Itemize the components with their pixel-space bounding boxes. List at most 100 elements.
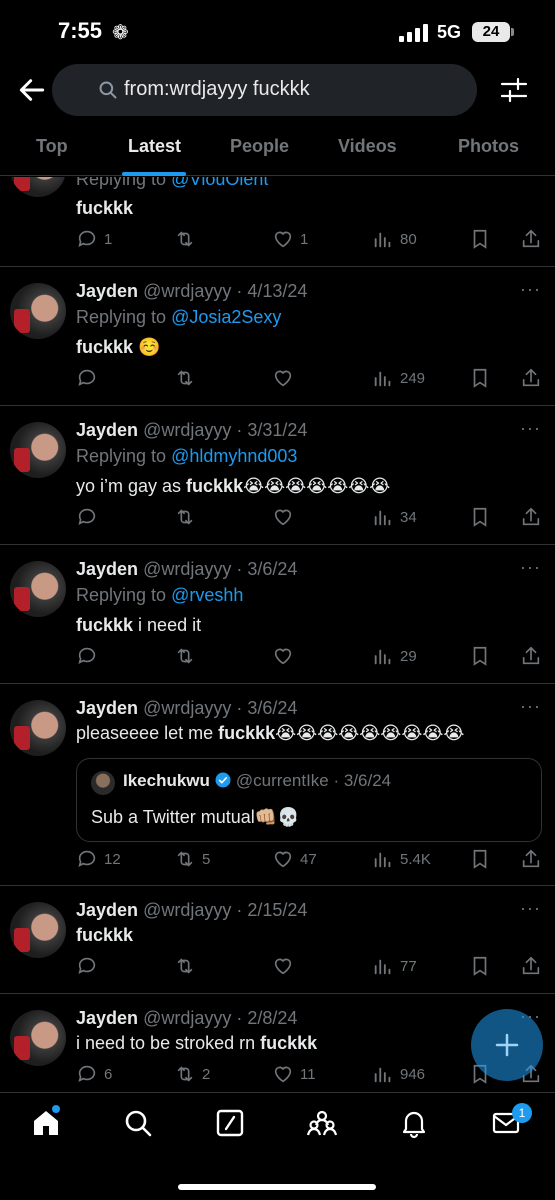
share-button[interactable]	[520, 847, 542, 871]
bookmark-button[interactable]	[469, 847, 491, 871]
tweet[interactable]: Jayden @wrdjayyy · 3/6/24 ··· pleaseeee …	[0, 684, 555, 886]
views-button[interactable]: 34	[372, 505, 417, 529]
reply-mention-link[interactable]: @VlouOlent	[171, 177, 268, 189]
bookmark-button[interactable]	[469, 505, 491, 529]
tweet-text: fuckkk	[76, 198, 134, 218]
more-options-icon[interactable]: ···	[520, 696, 541, 717]
tweet[interactable]: Jayden @wrdjayyy · 3/6/24 ··· Replying t…	[0, 545, 555, 684]
explore-search-icon[interactable]	[122, 1107, 154, 1139]
tab-top[interactable]: Top	[36, 136, 68, 157]
heart-icon	[274, 648, 292, 665]
avatar[interactable]	[10, 177, 66, 197]
tweet-header: Jayden @wrdjayyy · 3/31/24	[76, 420, 307, 441]
notifications-bell-icon[interactable]	[398, 1107, 430, 1139]
reply-button[interactable]	[76, 644, 104, 668]
retweet-icon	[177, 1066, 193, 1082]
reply-icon	[78, 1065, 96, 1082]
tab-photos[interactable]: Photos	[458, 136, 519, 157]
bookmark-button[interactable]	[469, 366, 491, 390]
reply-button[interactable]: 1	[76, 227, 112, 251]
like-button[interactable]: 47	[272, 847, 317, 871]
share-button[interactable]	[520, 227, 542, 251]
tweet-header: Jayden @wrdjayyy · 4/13/24	[76, 281, 307, 302]
views-button[interactable]: 77	[372, 954, 417, 978]
author-name[interactable]: Jayden	[76, 281, 138, 301]
share-button[interactable]	[520, 366, 542, 390]
tweet[interactable]: Jayden @wrdjayyy · 3/31/24 ··· Replying …	[0, 406, 555, 545]
home-indicator	[178, 1184, 376, 1190]
reply-context: Replying to @hldmyhnd003	[76, 446, 298, 466]
retweet-button[interactable]	[174, 227, 202, 251]
reply-mention-link[interactable]: @rveshh	[171, 585, 243, 605]
views-button[interactable]: 5.4K	[372, 847, 431, 871]
grok-slash-icon[interactable]	[214, 1107, 246, 1139]
like-button[interactable]	[272, 366, 300, 390]
bookmark-button[interactable]	[469, 227, 491, 251]
cellular-signal-icon	[399, 24, 429, 42]
back-arrow-icon[interactable]	[16, 74, 48, 106]
share-button[interactable]	[520, 505, 542, 529]
author-name[interactable]: Jayden	[76, 559, 138, 579]
more-options-icon[interactable]: ···	[520, 418, 541, 439]
like-button[interactable]: 11	[272, 1062, 316, 1086]
author-name[interactable]: Jayden	[76, 420, 138, 440]
home-notification-dot	[52, 1105, 60, 1113]
avatar[interactable]	[10, 561, 66, 617]
tab-videos[interactable]: Videos	[338, 136, 397, 157]
search-query[interactable]: from:wrdjayyy fuckkk	[124, 78, 310, 101]
views-button[interactable]: 946	[372, 1062, 425, 1086]
tweet[interactable]: Jayden @wrdjayyy · 2/15/24 ··· fuckkk 77	[0, 886, 555, 994]
views-button[interactable]: 29	[372, 644, 417, 668]
more-options-icon[interactable]: ···	[520, 279, 541, 300]
avatar[interactable]	[10, 422, 66, 478]
reply-button[interactable]: 6	[76, 1062, 112, 1086]
like-button[interactable]	[272, 505, 300, 529]
reply-mention-link[interactable]: @Josia2Sexy	[171, 307, 281, 327]
views-button[interactable]: 80	[372, 227, 417, 251]
more-options-icon[interactable]: ···	[520, 557, 541, 578]
bookmark-button[interactable]	[469, 954, 491, 978]
tweet-header: Jayden @wrdjayyy · 3/6/24	[76, 559, 297, 580]
reply-button[interactable]	[76, 366, 104, 390]
retweet-button[interactable]	[174, 954, 202, 978]
author-name[interactable]: Jayden	[76, 900, 138, 920]
reply-button[interactable]: 12	[76, 847, 121, 871]
avatar[interactable]	[10, 700, 66, 756]
reply-button[interactable]	[76, 505, 104, 529]
quoted-tweet[interactable]: Ikechukwu @currentIke · 3/6/24 Sub a Twit…	[76, 758, 542, 842]
author-name[interactable]: Jayden	[76, 698, 138, 718]
tab-latest[interactable]: Latest	[128, 136, 181, 157]
retweet-button[interactable]: 5	[174, 847, 210, 871]
like-button[interactable]: 1	[272, 227, 308, 251]
filter-sliders-icon[interactable]	[498, 74, 530, 106]
messages-badge: 1	[512, 1103, 532, 1123]
tweet-actions: 12 5 47 5.4K	[0, 847, 555, 871]
retweet-button[interactable]	[174, 505, 202, 529]
like-button[interactable]	[272, 644, 300, 668]
retweet-button[interactable]: 2	[174, 1062, 210, 1086]
reply-button[interactable]	[76, 954, 104, 978]
retweet-button[interactable]	[174, 644, 202, 668]
share-button[interactable]	[520, 644, 542, 668]
like-button[interactable]	[272, 954, 300, 978]
avatar[interactable]	[10, 902, 66, 958]
tab-people[interactable]: People	[230, 136, 289, 157]
author-name[interactable]: Jayden	[76, 1008, 138, 1028]
bookmark-icon	[473, 849, 487, 869]
more-options-icon[interactable]: ···	[520, 898, 541, 919]
bookmark-button[interactable]	[469, 644, 491, 668]
tweet[interactable]: Replying to @VlouOlent fuckkk 1 1 80	[0, 177, 555, 267]
share-button[interactable]	[520, 954, 542, 978]
tweet[interactable]: Jayden @wrdjayyy · 4/13/24 ··· Replying …	[0, 267, 555, 406]
compose-post-button[interactable]	[471, 1009, 543, 1081]
reply-mention-link[interactable]: @hldmyhnd003	[171, 446, 297, 466]
views-button[interactable]: 249	[372, 366, 425, 390]
quote-avatar	[91, 771, 115, 795]
views-chart-icon	[374, 510, 391, 526]
tweet-text: fuckkk ☺️	[76, 337, 161, 357]
communities-icon[interactable]	[306, 1107, 338, 1139]
quote-header: Ikechukwu @currentIke · 3/6/24	[123, 771, 391, 791]
avatar[interactable]	[10, 283, 66, 339]
retweet-button[interactable]	[174, 366, 202, 390]
avatar[interactable]	[10, 1010, 66, 1066]
